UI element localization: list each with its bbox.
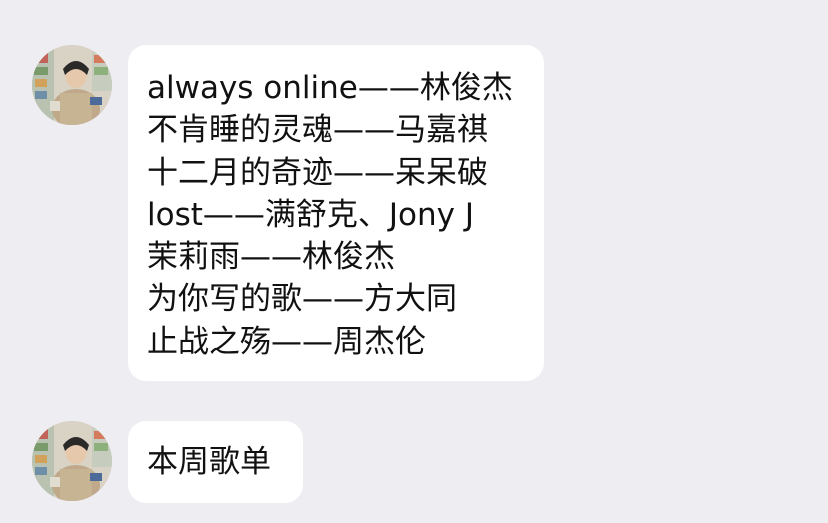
avatar[interactable] [32,421,112,501]
song-line: lost——满舒克、Jony J [147,196,474,233]
avatar[interactable] [32,45,112,125]
message-text: 本周歌单 [147,444,271,480]
message-bubble[interactable]: always online——林俊杰 不肯睡的灵魂——马嘉祺 十二月的奇迹——呆… [128,45,544,381]
user-avatar-photo-icon [32,421,112,501]
message-bubble[interactable]: 本周歌单 [128,421,303,503]
user-avatar-photo-icon [32,45,112,125]
song-line: 止战之殇——周杰伦 [147,323,426,360]
song-line: 不肯睡的灵魂——马嘉祺 [147,112,488,149]
song-line: 茉莉雨——林俊杰 [147,239,395,276]
message-row: always online——林俊杰 不肯睡的灵魂——马嘉祺 十二月的奇迹——呆… [32,45,544,381]
song-line: 为你写的歌——方大同 [147,281,457,318]
song-line: always online——林俊杰 [147,70,513,106]
chat-view: always online——林俊杰 不肯睡的灵魂——马嘉祺 十二月的奇迹——呆… [0,0,828,523]
song-line: 十二月的奇迹——呆呆破 [147,154,488,191]
message-row: 本周歌单 [32,421,303,503]
